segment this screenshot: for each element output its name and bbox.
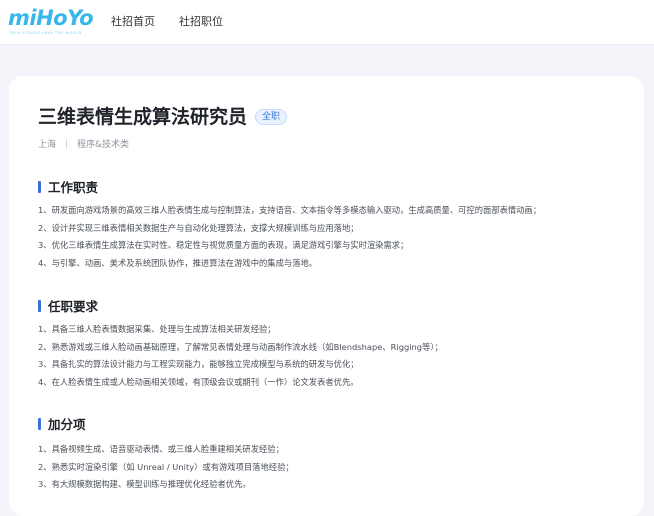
main-nav: 社招首页 社招职位	[111, 0, 247, 44]
section-title: 工作职责	[48, 180, 99, 195]
requirements-list: 1、具备三维人脸表情数据采集、处理与生成算法相关研发经验； 2、熟悉游戏或三维人…	[38, 321, 443, 391]
nav-item-home[interactable]: 社招首页	[111, 0, 155, 44]
section-header-requirements: 任职要求	[38, 296, 98, 315]
job-title-row: 三维表情生成算法研究员 全职	[38, 104, 288, 130]
list-item: 1、具备视频生成、语音驱动表情、或三维人脸重建相关研发经验；	[38, 444, 284, 454]
list-item: 2、熟悉游戏或三维人脸动画基础原理，了解常见表情处理与动画制作流水线（如Blen…	[38, 341, 443, 352]
mihoyo-logo[interactable]: miHoYo TECH OTAKUS SAVE THE WORLD	[8, 6, 94, 38]
meta-divider	[66, 139, 68, 148]
responsibilities-list: 1、研发面向游戏场景的高效三维人脸表情生成与控制算法，支持语音、文本指令等多模态…	[38, 202, 541, 272]
section-accent-bar	[38, 299, 41, 312]
bonus-list: 1、具备视频生成、语音驱动表情、或三维人脸重建相关研发经验； 2、熟悉实时渲染引…	[38, 441, 294, 494]
section-accent-bar	[38, 180, 41, 193]
logo-wordmark: miHoYo	[8, 6, 94, 30]
list-item: 1、具备三维人脸表情数据采集、处理与生成算法相关研发经验；	[38, 324, 276, 334]
section-accent-bar	[38, 417, 41, 430]
nav-item-jobs[interactable]: 社招职位	[179, 0, 223, 44]
employment-type-badge: 全职	[255, 109, 288, 125]
section-header-responsibilities: 工作职责	[38, 177, 98, 196]
section-header-bonus: 加分项	[38, 414, 86, 433]
section-title: 任职要求	[48, 299, 99, 314]
list-item: 3、优化三维表情生成算法在实时性、稳定性与视觉质量方面的表现，满足游戏引擎与实时…	[38, 240, 409, 250]
section-title: 加分项	[48, 417, 86, 432]
list-item: 2、设计并实现三维表情相关数据生产与自动化处理算法，支撑大规模训练与应用落地；	[38, 222, 359, 233]
job-title: 三维表情生成算法研究员	[38, 106, 248, 128]
job-detail-card: 三维表情生成算法研究员 全职 上海 程序&技术类 工作职责 1、研发面向游戏场景…	[9, 76, 644, 516]
list-item: 2、熟悉实时渲染引擎（如 Unreal / Unity）或有游戏项目落地经验；	[38, 461, 294, 472]
list-item: 3、具备扎实的算法设计能力与工程实现能力，能够独立完成模型与系统的研发与优化；	[38, 359, 359, 369]
job-location: 上海	[38, 140, 57, 150]
job-meta: 上海 程序&技术类	[38, 137, 129, 150]
list-item: 4、与引擎、动画、美术及系统团队协作，推进算法在游戏中的集成与落地。	[38, 257, 318, 268]
list-item: 4、在人脸表情生成或人脸动画相关领域，有顶级会议或期刊（一作）论文发表者优先。	[38, 376, 359, 387]
job-category: 程序&技术类	[77, 140, 130, 150]
list-item: 3、有大规模数据构建、模型训练与推理优化经验者优先。	[38, 479, 251, 489]
list-item: 1、研发面向游戏场景的高效三维人脸表情生成与控制算法，支持语音、文本指令等多模态…	[38, 205, 542, 215]
top-navigation-bar: miHoYo TECH OTAKUS SAVE THE WORLD 社招首页 社…	[0, 0, 654, 45]
logo-tagline: TECH OTAKUS SAVE THE WORLD	[9, 31, 82, 35]
